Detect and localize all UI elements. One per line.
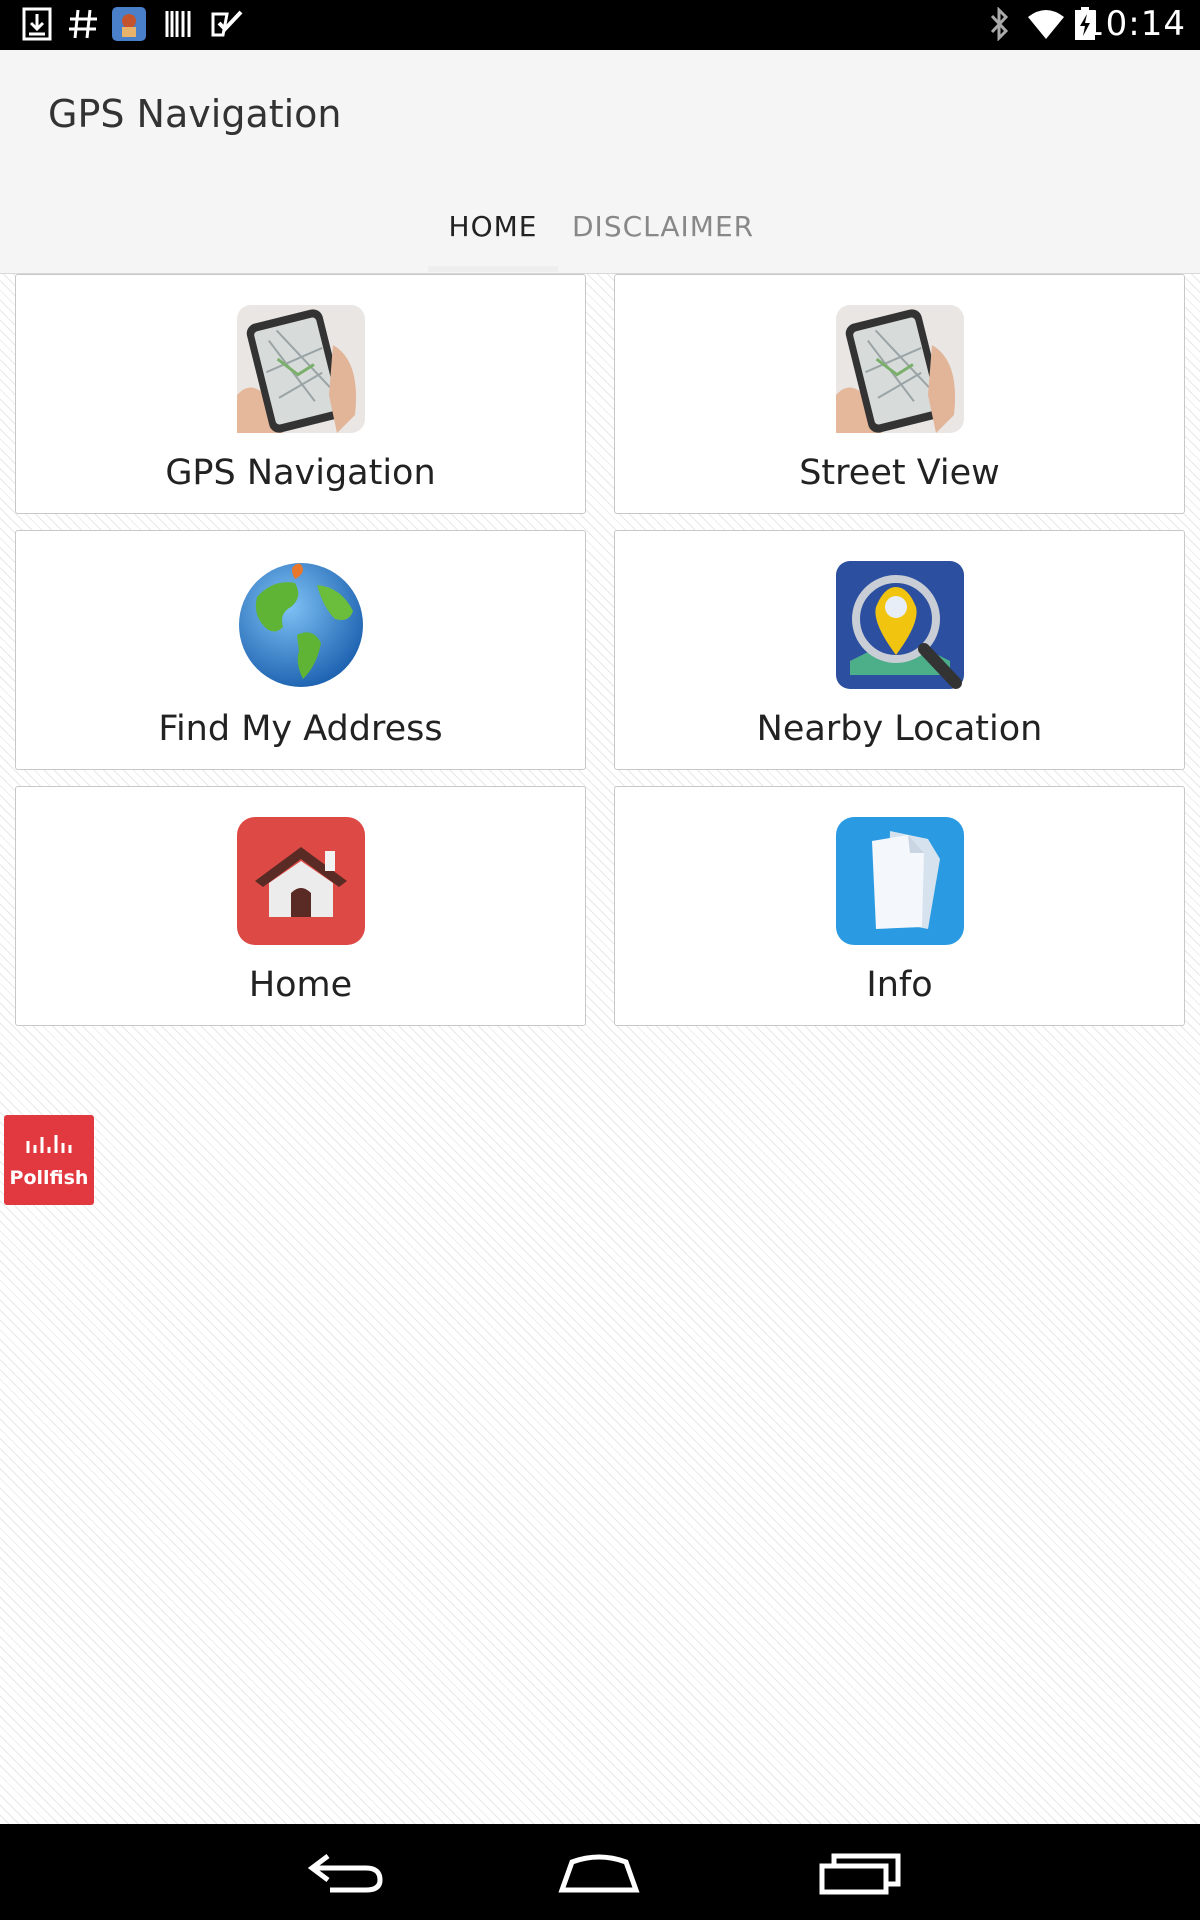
tile-label: Info [866, 965, 933, 1005]
tile-label: Find My Address [158, 709, 443, 749]
tile-label: GPS Navigation [165, 453, 436, 493]
audio-bars-icon [26, 1135, 72, 1153]
nav-bar [0, 1824, 1200, 1920]
recents-icon[interactable] [814, 1844, 904, 1900]
phone-map-icon [835, 305, 964, 433]
home-grid: GPS Navigation Street View Find My Addre… [0, 274, 1200, 1824]
tile-home[interactable]: Home [15, 786, 586, 1026]
tile-label: Street View [799, 453, 1000, 493]
tile-street-view[interactable]: Street View [614, 274, 1185, 514]
status-time: 10:14 [1083, 4, 1186, 44]
app-bar: GPS Navigation HOME DISCLAIMER [0, 50, 1200, 274]
tile-label: Nearby Location [756, 709, 1043, 749]
tab-home[interactable]: HOME [428, 210, 558, 243]
home-nav-icon[interactable] [554, 1844, 644, 1900]
bluetooth-icon [990, 7, 1009, 41]
app-title: GPS Navigation [48, 92, 342, 136]
map-search-icon [835, 561, 964, 689]
house-icon [236, 817, 365, 945]
pollfish-button[interactable]: Pollfish [4, 1115, 94, 1205]
check-icon [211, 10, 243, 37]
app-icon [112, 7, 146, 41]
phone-map-icon [236, 305, 365, 433]
back-icon[interactable] [300, 1844, 390, 1900]
tile-nearby-location[interactable]: Nearby Location [614, 530, 1185, 770]
tile-find-my-address[interactable]: Find My Address [15, 530, 586, 770]
tab-disclaimer[interactable]: DISCLAIMER [572, 210, 753, 243]
tab-indicator [428, 266, 558, 272]
tile-label: Home [248, 965, 353, 1005]
wifi-icon [1028, 10, 1064, 39]
barcode-icon [165, 11, 191, 37]
status-bar: 10:14 [0, 0, 1200, 50]
globe-icon [238, 563, 363, 687]
download-icon [22, 7, 52, 41]
pollfish-label: Pollfish [9, 1167, 89, 1189]
documents-icon [835, 817, 964, 945]
hash-icon [69, 9, 97, 39]
tile-info[interactable]: Info [614, 786, 1185, 1026]
tile-gps-navigation[interactable]: GPS Navigation [15, 274, 586, 514]
